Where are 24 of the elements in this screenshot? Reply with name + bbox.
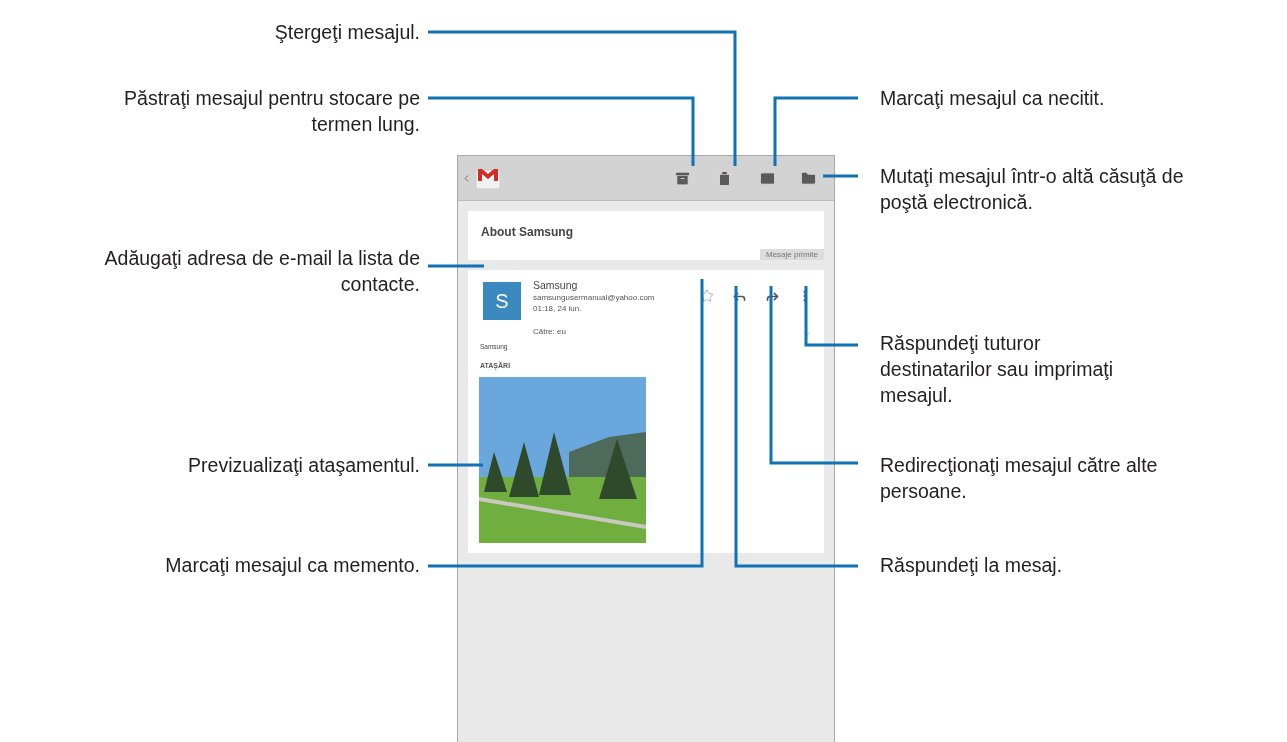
envelope-icon[interactable]: [758, 169, 776, 187]
callout-text: Redirecţionaţi mesajul către alte persoane.: [880, 453, 1159, 504]
callout-text: Păstraţi mesajul pentru stocare pe termen lung.: [123, 86, 420, 137]
archive-icon[interactable]: [673, 169, 691, 187]
callout-text: Previzualizaţi ataşamentul.: [187, 453, 420, 478]
folder-icon[interactable]: [799, 169, 817, 187]
callout-text: Marcaţi mesajul ca necitit.: [880, 86, 1106, 111]
subject-text: About Samsung: [480, 224, 574, 241]
callout-text: Răspundeţi tuturor destinatarilor sau imprimaţi mesajul.: [880, 331, 1114, 408]
leader-line: [428, 264, 484, 268]
callout-text: Mutaţi mesajul într-o altă căsuţă de poştă electronică.: [880, 164, 1185, 215]
sender-email: samsungusermanual@yahoo.com: [533, 292, 656, 303]
photo-placeholder[interactable]: [479, 377, 646, 543]
label-chip[interactable]: Mesaje primite: [760, 249, 824, 260]
leader-line: [823, 174, 858, 178]
callout-text: Răspundeţi la mesaj.: [880, 553, 1064, 578]
avatar[interactable]: S: [483, 282, 521, 320]
callout-text: Ştergeţi mesajul.: [273, 20, 420, 45]
callout-text: Adăugaţi adresa de e-mail la lista de contacte.: [103, 246, 420, 297]
callout-text: Marcaţi mesajul ca memento.: [164, 553, 420, 578]
message-time: 01:18, 24 iun.: [533, 303, 583, 314]
sender-name: Samsung: [533, 279, 579, 292]
trash-icon[interactable]: [715, 169, 733, 187]
recipient-text: Către: eu: [533, 326, 567, 337]
